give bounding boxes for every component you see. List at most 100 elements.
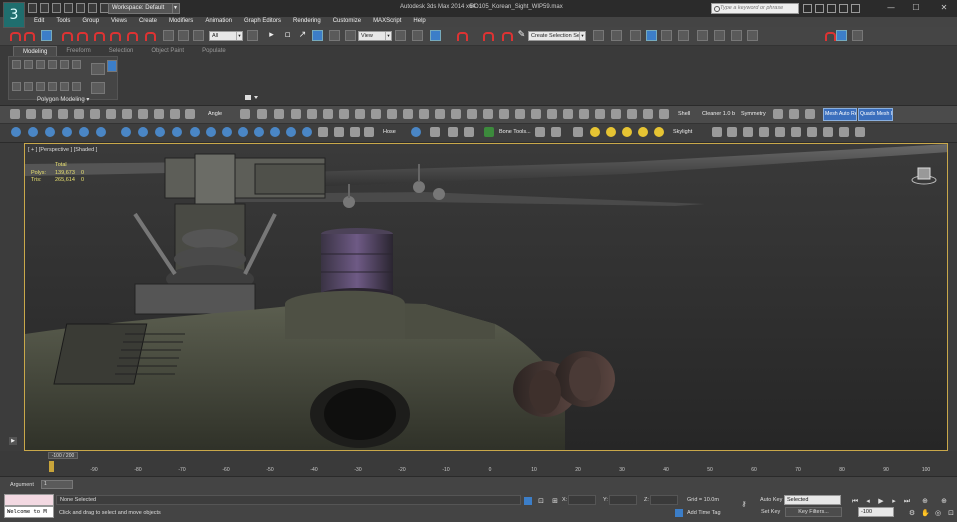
- shell-tool-icon[interactable]: [659, 109, 669, 119]
- angle-snap-toggle-icon[interactable]: [481, 30, 494, 41]
- ribbon-options-icon[interactable]: [245, 94, 259, 101]
- select-scale-icon[interactable]: [345, 30, 356, 41]
- torus-knot-icon[interactable]: [302, 127, 312, 137]
- perspective-viewport[interactable]: [ + ] [Perspective ] [Shaded ] Total Pol…: [24, 143, 948, 451]
- toggle-command-panel-icon[interactable]: [12, 82, 21, 91]
- y-coordinate-field[interactable]: [609, 495, 637, 505]
- keyboard-shortcut-icon[interactable]: [430, 30, 441, 41]
- quickslice-icon[interactable]: [419, 109, 429, 119]
- communication-center-icon[interactable]: [827, 4, 836, 13]
- tab-object-paint[interactable]: Object Paint: [142, 46, 193, 57]
- ripple-icon[interactable]: [855, 127, 865, 137]
- track-bar[interactable]: [0, 461, 957, 477]
- edit-named-selection-icon[interactable]: ✎: [516, 30, 527, 41]
- loop-icon[interactable]: [138, 109, 148, 119]
- angle-tool-icon[interactable]: [185, 109, 195, 119]
- snap-toggle-icon[interactable]: [92, 30, 105, 41]
- torus-icon[interactable]: [121, 127, 131, 137]
- bind-space-warp-icon[interactable]: [75, 30, 88, 41]
- circle-spline-icon[interactable]: [334, 127, 344, 137]
- close-button[interactable]: ✕: [934, 2, 954, 14]
- point-helper-icon[interactable]: [448, 127, 458, 137]
- geosphere-icon[interactable]: [96, 127, 106, 137]
- deflector-icon[interactable]: [807, 127, 817, 137]
- edge-grid-icon[interactable]: [26, 109, 36, 119]
- bone-tools-label[interactable]: Bone Tools...: [499, 129, 531, 135]
- rendered-frame-icon[interactable]: [731, 30, 742, 41]
- particle-icon[interactable]: [712, 127, 722, 137]
- play-icon[interactable]: ▶: [877, 497, 885, 505]
- menu-customize[interactable]: Customize: [327, 16, 367, 26]
- render-production-icon[interactable]: [747, 30, 758, 41]
- symmetry-label[interactable]: Symmetry: [741, 111, 766, 117]
- angle-label[interactable]: Angle: [208, 111, 222, 117]
- border-mode-icon[interactable]: [36, 60, 45, 69]
- cone-icon[interactable]: [62, 127, 72, 137]
- vertex-grid-icon[interactable]: [10, 109, 20, 119]
- menu-graph-editors[interactable]: Graph Editors: [238, 16, 287, 26]
- menu-group[interactable]: Group: [76, 16, 105, 26]
- dummy-icon[interactable]: [430, 127, 440, 137]
- bone-icon[interactable]: [28, 127, 38, 137]
- percent-snap-toggle-icon[interactable]: [500, 30, 513, 41]
- align-icon[interactable]: [611, 30, 622, 41]
- select-similar-icon[interactable]: [154, 109, 164, 119]
- ik-solver-icon[interactable]: [535, 127, 545, 137]
- gengon-icon[interactable]: [222, 127, 232, 137]
- insert-loop-icon[interactable]: [467, 109, 477, 119]
- preview-subobject-icon[interactable]: [48, 82, 57, 91]
- mesh-inspector-button[interactable]: Quads Mesh Insp: [858, 108, 893, 121]
- extrude-icon[interactable]: [240, 109, 250, 119]
- go-to-end-icon[interactable]: ⏭: [903, 497, 911, 505]
- flow-connect-icon[interactable]: [451, 109, 461, 119]
- oiltank-icon[interactable]: [238, 127, 248, 137]
- maxscript-listener-output[interactable]: [4, 494, 54, 506]
- maximize-button[interactable]: ☐: [906, 2, 926, 14]
- grid-primitive-icon[interactable]: [318, 127, 328, 137]
- preview-multi-icon[interactable]: [60, 82, 69, 91]
- menu-help[interactable]: Help: [407, 16, 431, 26]
- named-selection-dropdown[interactable]: Create Selection Se ▼: [528, 31, 586, 41]
- relax-icon[interactable]: [563, 109, 573, 119]
- argument-field[interactable]: 1: [41, 480, 73, 489]
- connect-icon[interactable]: [371, 109, 381, 119]
- menu-animation[interactable]: Animation: [199, 16, 238, 26]
- menu-maxscript[interactable]: MAXScript: [367, 16, 407, 26]
- previous-frame-icon[interactable]: ◂: [864, 497, 872, 505]
- menu-modifiers[interactable]: Modifiers: [163, 16, 199, 26]
- smooth-icon[interactable]: [579, 109, 589, 119]
- reference-coordinate-dropdown[interactable]: View ▼: [358, 31, 392, 41]
- bind-icon[interactable]: [193, 30, 204, 41]
- set-flow-icon[interactable]: [499, 109, 509, 119]
- isolate-selection-icon[interactable]: [524, 497, 532, 505]
- menu-rendering[interactable]: Rendering: [287, 16, 327, 26]
- mirror-icon[interactable]: [593, 30, 604, 41]
- chamfer-cyl-icon[interactable]: [270, 127, 280, 137]
- redo-icon[interactable]: [76, 3, 85, 13]
- helper-icon[interactable]: [411, 127, 421, 137]
- minimize-button[interactable]: —: [881, 2, 901, 14]
- orbit-icon[interactable]: ◎: [934, 509, 942, 517]
- cleaner-label[interactable]: Cleaner 1.0 b: [702, 111, 735, 117]
- material-editor-icon[interactable]: [697, 30, 708, 41]
- time-slider[interactable]: [0, 451, 957, 461]
- help-icon[interactable]: [851, 4, 860, 13]
- menu-edit[interactable]: Edit: [28, 16, 50, 26]
- make-planar-icon[interactable]: [611, 109, 621, 119]
- lock-selection-icon[interactable]: ⊡: [537, 497, 545, 505]
- swift-loop-icon[interactable]: [435, 109, 445, 119]
- mesh-auto-relax-button[interactable]: Mesh Auto Rel: [823, 108, 857, 121]
- menu-tools[interactable]: Tools: [50, 16, 76, 26]
- symmetry-tool-icon[interactable]: [773, 109, 783, 119]
- key-icon[interactable]: ⚷: [740, 500, 748, 508]
- hedra-icon[interactable]: [286, 127, 296, 137]
- space-warp-icon[interactable]: [727, 127, 737, 137]
- use-displacement-icon[interactable]: [24, 82, 33, 91]
- pivot-center-icon[interactable]: [395, 30, 406, 41]
- app-logo-icon[interactable]: 3: [3, 2, 25, 28]
- link-icon[interactable]: [22, 30, 35, 41]
- sun-light-icon[interactable]: [606, 127, 616, 137]
- menu-create[interactable]: Create: [133, 16, 163, 26]
- playhead[interactable]: [49, 461, 54, 472]
- flip-icon[interactable]: [547, 109, 557, 119]
